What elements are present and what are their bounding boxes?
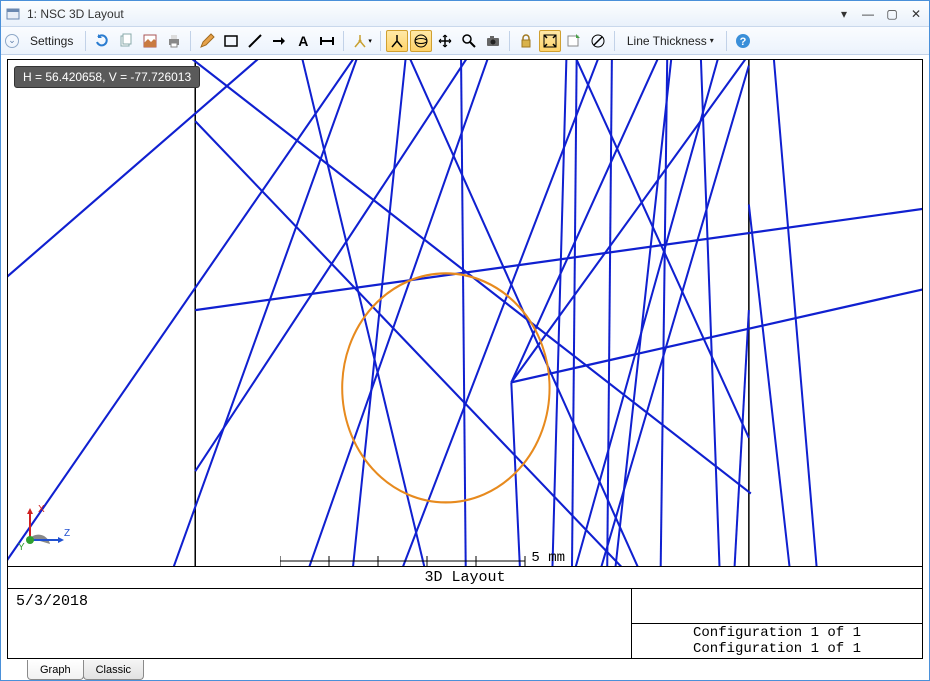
refresh-icon[interactable] xyxy=(91,30,113,52)
viewport-container: H = 56.420658, V = -77.726013 X Z Y xyxy=(1,55,929,680)
rotate-tool-icon[interactable]: ▾ xyxy=(349,30,375,52)
minimize-icon[interactable]: — xyxy=(859,6,877,22)
clipboard-image-icon[interactable] xyxy=(139,30,161,52)
config-line-2: Configuration 1 of 1 xyxy=(693,641,861,657)
print-icon[interactable] xyxy=(163,30,185,52)
maximize-icon[interactable]: ▢ xyxy=(883,6,901,22)
text-icon[interactable]: A xyxy=(292,30,314,52)
meta-right-top xyxy=(632,589,922,624)
stop-icon[interactable] xyxy=(587,30,609,52)
pan-icon[interactable] xyxy=(434,30,456,52)
svg-text:?: ? xyxy=(739,36,746,48)
fit-view-icon[interactable] xyxy=(539,30,561,52)
app-icon xyxy=(5,6,21,22)
dropdown-icon[interactable]: ▾ xyxy=(835,6,853,22)
rectangle-icon[interactable] xyxy=(220,30,242,52)
settings-expand-icon[interactable]: ⌄ xyxy=(5,34,19,48)
titlebar: 1: NSC 3D Layout ▾ — ▢ ✕ xyxy=(1,1,929,27)
cursor-readout: H = 56.420658, V = -77.726013 xyxy=(14,66,200,88)
axis-triad: X Z Y xyxy=(16,494,74,552)
bottom-tabs: Graph Classic xyxy=(7,659,923,680)
line-thickness-button[interactable]: Line Thickness▾ xyxy=(620,30,721,52)
window-title: 1: NSC 3D Layout xyxy=(27,7,835,21)
zoom-icon[interactable] xyxy=(458,30,480,52)
window-controls: ▾ — ▢ ✕ xyxy=(835,6,925,22)
camera-icon[interactable] xyxy=(482,30,504,52)
meta-config: Configuration 1 of 1 Configuration 1 of … xyxy=(632,624,922,659)
settings-button[interactable]: Settings xyxy=(23,30,80,52)
help-icon[interactable]: ? xyxy=(732,30,754,52)
toolbar: ⌄ Settings A ▾ Line Thickness▾ ? xyxy=(1,27,929,55)
tab-classic[interactable]: Classic xyxy=(83,660,144,680)
meta-strip: 5/3/2018 Configuration 1 of 1 Configurat… xyxy=(7,589,923,659)
meta-date: 5/3/2018 xyxy=(8,589,632,658)
axis-y: Y xyxy=(18,542,25,552)
pencil-icon[interactable] xyxy=(196,30,218,52)
config-line-1: Configuration 1 of 1 xyxy=(693,625,861,641)
scale-label: 5 mm xyxy=(531,550,565,566)
arrow-icon[interactable] xyxy=(268,30,290,52)
dimension-icon[interactable] xyxy=(316,30,338,52)
viewport-caption: 3D Layout xyxy=(8,566,922,588)
copy-icon[interactable] xyxy=(115,30,137,52)
lock-icon[interactable] xyxy=(515,30,537,52)
view-yz-icon[interactable] xyxy=(386,30,408,52)
view-globe-icon[interactable] xyxy=(410,30,432,52)
export-image-icon[interactable] xyxy=(563,30,585,52)
line-icon[interactable] xyxy=(244,30,266,52)
close-icon[interactable]: ✕ xyxy=(907,6,925,22)
tab-graph[interactable]: Graph xyxy=(27,660,84,680)
axis-z: Z xyxy=(64,528,70,539)
ray-plot xyxy=(8,60,922,588)
viewport[interactable]: H = 56.420658, V = -77.726013 X Z Y xyxy=(7,59,923,589)
axis-x: X xyxy=(38,504,45,515)
